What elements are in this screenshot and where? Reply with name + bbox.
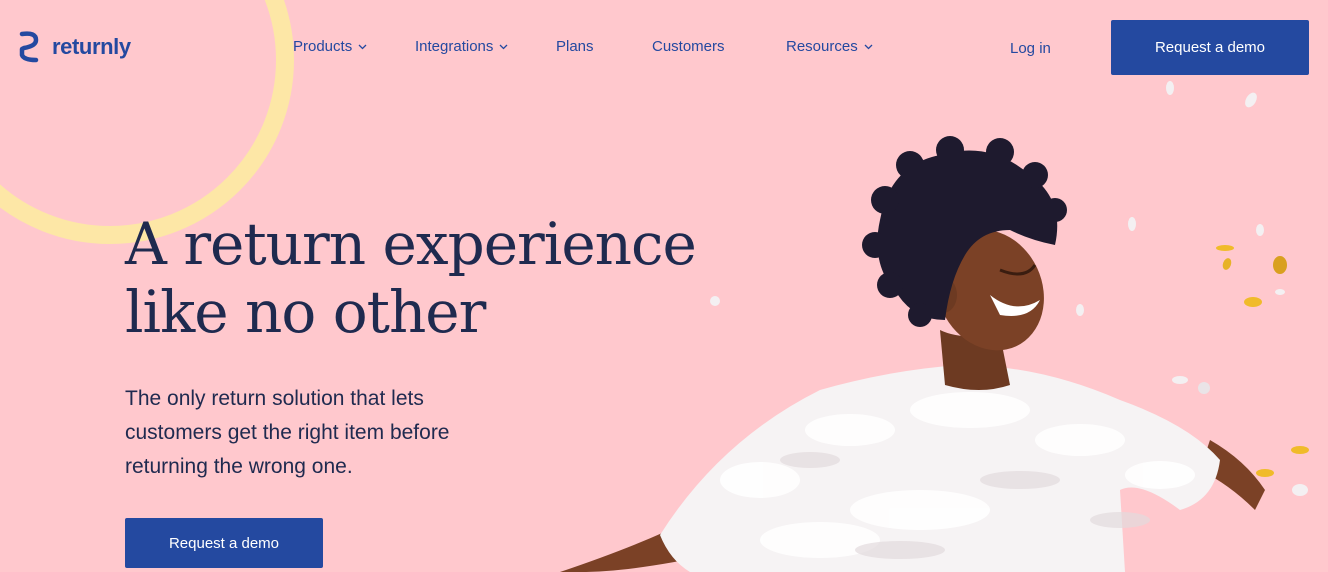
chevron-down-icon (499, 44, 508, 49)
request-demo-button[interactable]: Request a demo (1111, 20, 1309, 75)
hero-subtext-line-1: The only return solution that lets (125, 387, 424, 410)
hero-subtext: The only return solution that lets custo… (125, 382, 515, 484)
nav-item-label: Integrations (415, 38, 494, 55)
nav-item-label: Products (293, 38, 353, 55)
nav-item-label: Customers (652, 38, 725, 55)
hero-headline-line-1: A return experience (125, 210, 697, 278)
returnly-logo-icon (19, 31, 39, 63)
brand-name: returnly (52, 34, 131, 59)
nav-item-label: Plans (556, 38, 594, 55)
top-navigation: returnly Products Integrations Plans Cus… (0, 0, 1328, 95)
nav-item-label: Resources (786, 38, 858, 55)
hero-subtext-line-2: customers get the right item before (125, 421, 450, 444)
chevron-down-icon (864, 44, 873, 49)
nav-item-integrations[interactable]: Integrations (415, 38, 508, 55)
hero-request-demo-button[interactable]: Request a demo (125, 518, 323, 568)
nav-item-products[interactable]: Products (293, 38, 367, 55)
chevron-down-icon (358, 44, 367, 49)
nav-item-resources[interactable]: Resources (786, 38, 873, 55)
nav-item-customers[interactable]: Customers (652, 38, 725, 55)
login-link[interactable]: Log in (1010, 40, 1051, 57)
hero-headline-line-2: like no other (125, 278, 486, 346)
hero-subtext-line-3: returning the wrong one. (125, 455, 353, 478)
hero-headline: A return experience like no other (125, 210, 745, 346)
returnly-logo[interactable]: returnly (18, 30, 131, 64)
nav-item-plans[interactable]: Plans (556, 38, 594, 55)
